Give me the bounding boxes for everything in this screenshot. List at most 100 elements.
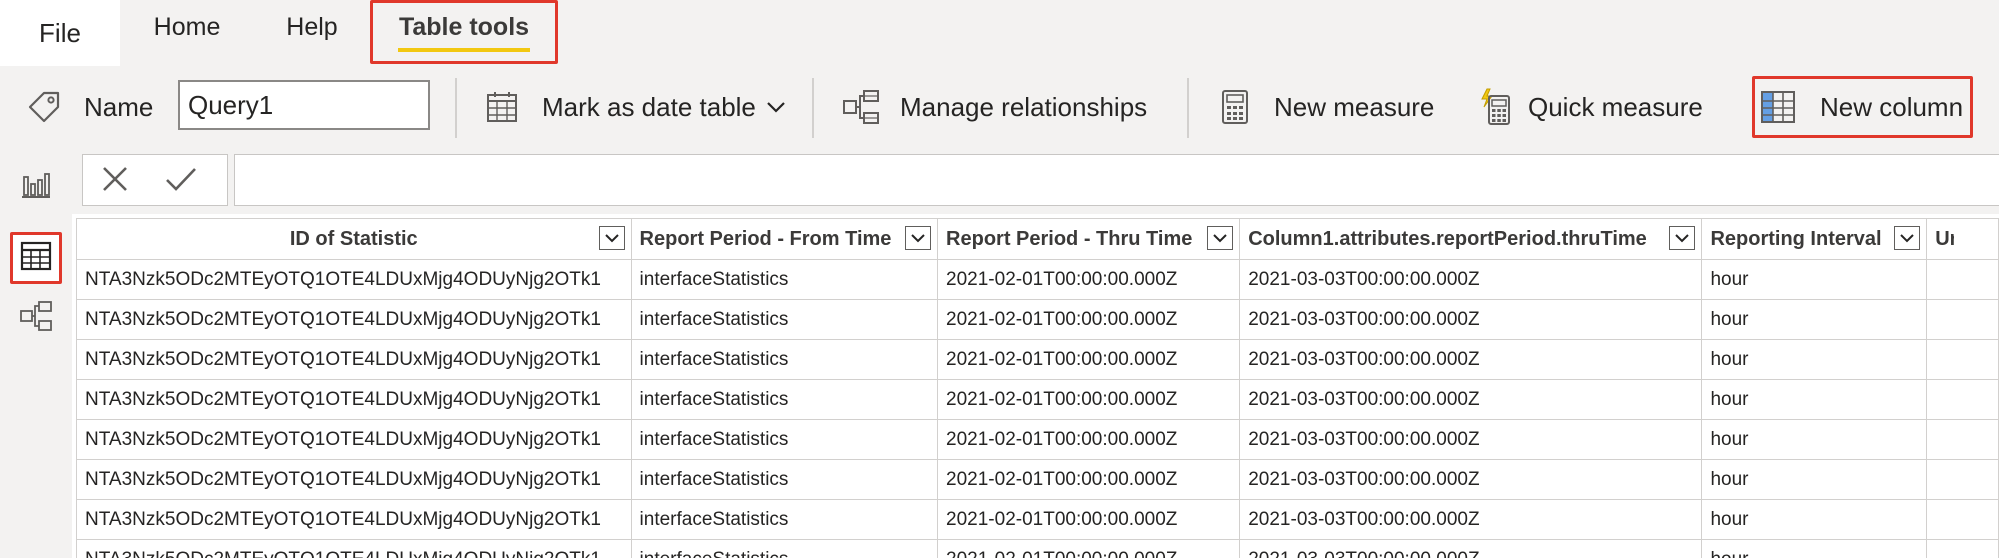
table-cell[interactable]: 2021-03-03T00:00:00.000Z bbox=[1239, 419, 1703, 460]
table-cell[interactable]: interfaceStatistics bbox=[630, 419, 939, 460]
table-cell[interactable]: 2021-02-01T00:00:00.000Z bbox=[937, 499, 1241, 540]
data-table: ID of Statistic Report Period - From Time… bbox=[76, 218, 1999, 558]
column-header-label: ID of Statistic bbox=[289, 227, 418, 250]
column-filter-dropdown-icon[interactable] bbox=[1669, 226, 1696, 250]
column-filter-dropdown-icon[interactable] bbox=[598, 226, 625, 250]
table-header-row: ID of Statistic Report Period - From Time… bbox=[76, 218, 1999, 260]
chevron-down-icon[interactable] bbox=[766, 100, 786, 114]
table-cell[interactable]: 2021-02-01T00:00:00.000Z bbox=[937, 259, 1241, 300]
table-cell[interactable]: 2021-03-03T00:00:00.000Z bbox=[1239, 499, 1703, 540]
column-header-label: Ur bbox=[1935, 227, 1954, 250]
column-filter-dropdown-icon[interactable] bbox=[1894, 226, 1921, 250]
column-header[interactable]: Report Period - Thru Time bbox=[937, 218, 1241, 260]
column-header-label: Column1.attributes.reportPeriod.thruTime bbox=[1248, 227, 1647, 250]
table-cell[interactable]: interfaceStatistics bbox=[630, 459, 939, 500]
table-cell[interactable]: interfaceStatistics bbox=[630, 299, 939, 340]
table-cell[interactable]: hour bbox=[1701, 419, 1928, 460]
mark-as-date-table-button[interactable]: Mark as date table bbox=[484, 66, 786, 148]
column-header[interactable]: ID of Statistic bbox=[76, 218, 632, 260]
tab-file[interactable]: File bbox=[0, 0, 120, 66]
table-cell[interactable]: interfaceStatistics bbox=[630, 339, 939, 380]
table-cell[interactable]: 2021-02-01T00:00:00.000Z bbox=[937, 539, 1241, 558]
table-cell[interactable]: NTA3Nzk5ODc2MTEyOTQ1OTE4LDUxMjg4ODUyNjg2… bbox=[76, 379, 632, 420]
formula-input[interactable] bbox=[234, 154, 1999, 206]
cancel-formula-button[interactable] bbox=[97, 163, 133, 199]
table-cell[interactable]: hour bbox=[1701, 539, 1928, 558]
table-cell[interactable] bbox=[1926, 259, 1999, 300]
table-cell[interactable] bbox=[1926, 419, 1999, 460]
table-cell[interactable]: hour bbox=[1701, 379, 1928, 420]
mark-as-date-table-label: Mark as date table bbox=[542, 91, 756, 122]
new-column-label: New column bbox=[1820, 91, 1964, 122]
name-input[interactable] bbox=[178, 80, 430, 130]
table-cell[interactable]: NTA3Nzk5ODc2MTEyOTQ1OTE4LDUxMjg4ODUyNjg2… bbox=[76, 539, 632, 558]
column-header-label: Report Period - From Time bbox=[639, 227, 892, 250]
model-view-button[interactable] bbox=[10, 292, 62, 344]
table-cell[interactable]: hour bbox=[1701, 339, 1928, 380]
column-header[interactable]: Ur bbox=[1926, 218, 1999, 260]
table-cell[interactable]: 2021-03-03T00:00:00.000Z bbox=[1239, 459, 1703, 500]
table-row: NTA3Nzk5ODc2MTEyOTQ1OTE4LDUxMjg4ODUyNjg2… bbox=[76, 539, 1999, 558]
active-tab-underline bbox=[398, 47, 530, 52]
table-cell[interactable]: NTA3Nzk5ODc2MTEyOTQ1OTE4LDUxMjg4ODUyNjg2… bbox=[76, 259, 632, 300]
table-cell[interactable]: 2021-03-03T00:00:00.000Z bbox=[1239, 539, 1703, 558]
new-measure-label: New measure bbox=[1274, 91, 1435, 122]
name-label: Name bbox=[84, 91, 154, 122]
tab-file-label: File bbox=[39, 17, 81, 48]
table-cell[interactable]: NTA3Nzk5ODc2MTEyOTQ1OTE4LDUxMjg4ODUyNjg2… bbox=[76, 299, 632, 340]
column-header[interactable]: Report Period - From Time bbox=[630, 218, 939, 260]
table-cell[interactable]: NTA3Nzk5ODc2MTEyOTQ1OTE4LDUxMjg4ODUyNjg2… bbox=[76, 419, 632, 460]
report-view-icon bbox=[20, 169, 52, 204]
tab-help[interactable]: Help bbox=[280, 0, 344, 60]
table-cell[interactable]: interfaceStatistics bbox=[630, 499, 939, 540]
formula-buttons bbox=[82, 154, 228, 206]
table-cell[interactable]: NTA3Nzk5ODc2MTEyOTQ1OTE4LDUxMjg4ODUyNjg2… bbox=[76, 339, 632, 380]
tab-home[interactable]: Home bbox=[150, 0, 224, 60]
quick-measure-label: Quick measure bbox=[1528, 91, 1703, 122]
report-view-button[interactable] bbox=[10, 160, 62, 212]
table-body: NTA3Nzk5ODc2MTEyOTQ1OTE4LDUxMjg4ODUyNjg2… bbox=[76, 259, 1999, 558]
table-cell[interactable]: 2021-02-01T00:00:00.000Z bbox=[937, 459, 1241, 500]
calendar-icon bbox=[484, 89, 520, 125]
table-cell[interactable] bbox=[1926, 339, 1999, 380]
column-filter-dropdown-icon[interactable] bbox=[1207, 226, 1234, 250]
table-cell[interactable]: interfaceStatistics bbox=[630, 539, 939, 558]
tab-table-tools[interactable]: Table tools bbox=[370, 0, 558, 64]
data-view-icon bbox=[20, 241, 52, 276]
quick-measure-button[interactable]: Quick measure bbox=[1478, 66, 1703, 148]
column-header[interactable]: Column1.attributes.reportPeriod.thruTime bbox=[1239, 218, 1703, 260]
table-cell[interactable] bbox=[1926, 379, 1999, 420]
table-cell[interactable] bbox=[1926, 499, 1999, 540]
manage-relationships-button[interactable]: Manage relationships bbox=[842, 66, 1147, 148]
table-cell[interactable]: 2021-03-03T00:00:00.000Z bbox=[1239, 259, 1703, 300]
table-cell[interactable] bbox=[1926, 539, 1999, 558]
table-cell[interactable]: NTA3Nzk5ODc2MTEyOTQ1OTE4LDUxMjg4ODUyNjg2… bbox=[76, 499, 632, 540]
table-cell[interactable]: 2021-03-03T00:00:00.000Z bbox=[1239, 299, 1703, 340]
table-cell[interactable] bbox=[1926, 459, 1999, 500]
table-cell[interactable]: interfaceStatistics bbox=[630, 259, 939, 300]
table-row: NTA3Nzk5ODc2MTEyOTQ1OTE4LDUxMjg4ODUyNjg2… bbox=[76, 459, 1999, 500]
table-cell[interactable]: hour bbox=[1701, 299, 1928, 340]
new-column-button[interactable]: New column bbox=[1760, 66, 1963, 148]
table-cell[interactable] bbox=[1926, 299, 1999, 340]
column-filter-dropdown-icon[interactable] bbox=[905, 226, 932, 250]
table-row: NTA3Nzk5ODc2MTEyOTQ1OTE4LDUxMjg4ODUyNjg2… bbox=[76, 299, 1999, 340]
ribbon-separator bbox=[455, 78, 457, 138]
table-cell[interactable]: 2021-02-01T00:00:00.000Z bbox=[937, 379, 1241, 420]
tab-help-label: Help bbox=[286, 12, 338, 41]
table-cell[interactable]: hour bbox=[1701, 259, 1928, 300]
table-cell[interactable]: hour bbox=[1701, 499, 1928, 540]
table-cell[interactable]: hour bbox=[1701, 459, 1928, 500]
table-cell[interactable]: 2021-03-03T00:00:00.000Z bbox=[1239, 339, 1703, 380]
commit-formula-button[interactable] bbox=[163, 163, 199, 199]
table-cell[interactable]: 2021-02-01T00:00:00.000Z bbox=[937, 339, 1241, 380]
column-header[interactable]: Reporting Interval bbox=[1701, 218, 1928, 260]
new-measure-button[interactable]: New measure bbox=[1220, 66, 1434, 148]
table-cell[interactable]: 2021-02-01T00:00:00.000Z bbox=[937, 419, 1241, 460]
table-cell[interactable]: interfaceStatistics bbox=[630, 379, 939, 420]
table-cell[interactable]: NTA3Nzk5ODc2MTEyOTQ1OTE4LDUxMjg4ODUyNjg2… bbox=[76, 459, 632, 500]
quick-calculator-icon bbox=[1478, 88, 1512, 126]
data-view-button[interactable] bbox=[10, 232, 62, 284]
table-cell[interactable]: 2021-02-01T00:00:00.000Z bbox=[937, 299, 1241, 340]
table-cell[interactable]: 2021-03-03T00:00:00.000Z bbox=[1239, 379, 1703, 420]
